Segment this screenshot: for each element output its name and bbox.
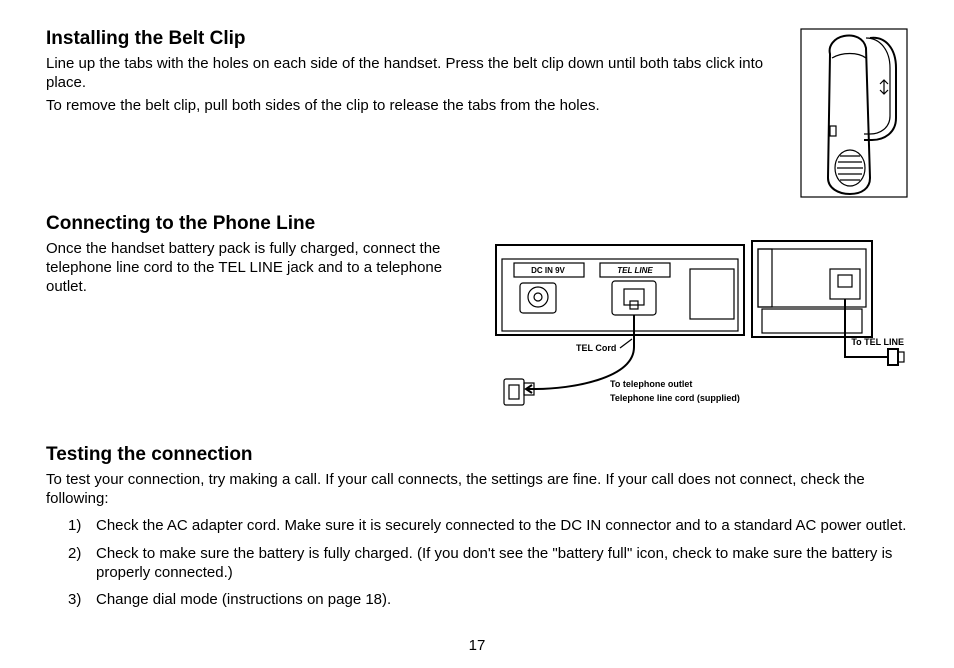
list-item: Change dial mode (instructions on page 1… xyxy=(68,590,908,609)
belt-clip-illustration xyxy=(800,28,908,198)
heading-phone-line: Connecting to the Phone Line xyxy=(46,213,908,235)
phone-p1: Once the handset battery pack is fully c… xyxy=(46,239,476,297)
heading-belt-clip: Installing the Belt Clip xyxy=(46,28,792,50)
testing-steps: Check the AC adapter cord. Make sure it … xyxy=(68,516,908,609)
heading-testing: Testing the connection xyxy=(46,444,908,466)
section-phone-line: Connecting to the Phone Line Once the ha… xyxy=(46,213,908,424)
label-to-tel-line: To TEL LINE xyxy=(851,337,904,347)
manual-page: Installing the Belt Clip Line up the tab… xyxy=(0,0,954,668)
testing-intro: To test your connection, try making a ca… xyxy=(46,470,908,508)
list-item: Check to make sure the battery is fully … xyxy=(68,544,908,582)
label-to-outlet: To telephone outlet xyxy=(610,379,692,389)
phone-line-illustration: DC IN 9V TEL LINE xyxy=(490,239,920,419)
list-item: Check the AC adapter cord. Make sure it … xyxy=(68,516,908,535)
section-belt-clip: Installing the Belt Clip Line up the tab… xyxy=(46,28,908,203)
section-testing: Testing the connection To test your conn… xyxy=(46,444,908,609)
belt-p1: Line up the tabs with the holes on each … xyxy=(46,54,792,92)
belt-p2: To remove the belt clip, pull both sides… xyxy=(46,96,792,115)
label-supplied: Telephone line cord (supplied) xyxy=(610,393,740,403)
label-tel-cord: TEL Cord xyxy=(576,343,616,353)
label-dc-in: DC IN 9V xyxy=(531,266,565,275)
figure-phone-line: DC IN 9V TEL LINE xyxy=(490,239,920,424)
label-tel-line-rear: TEL LINE xyxy=(617,266,653,275)
page-number: 17 xyxy=(0,637,954,654)
figure-belt-clip xyxy=(800,28,908,203)
